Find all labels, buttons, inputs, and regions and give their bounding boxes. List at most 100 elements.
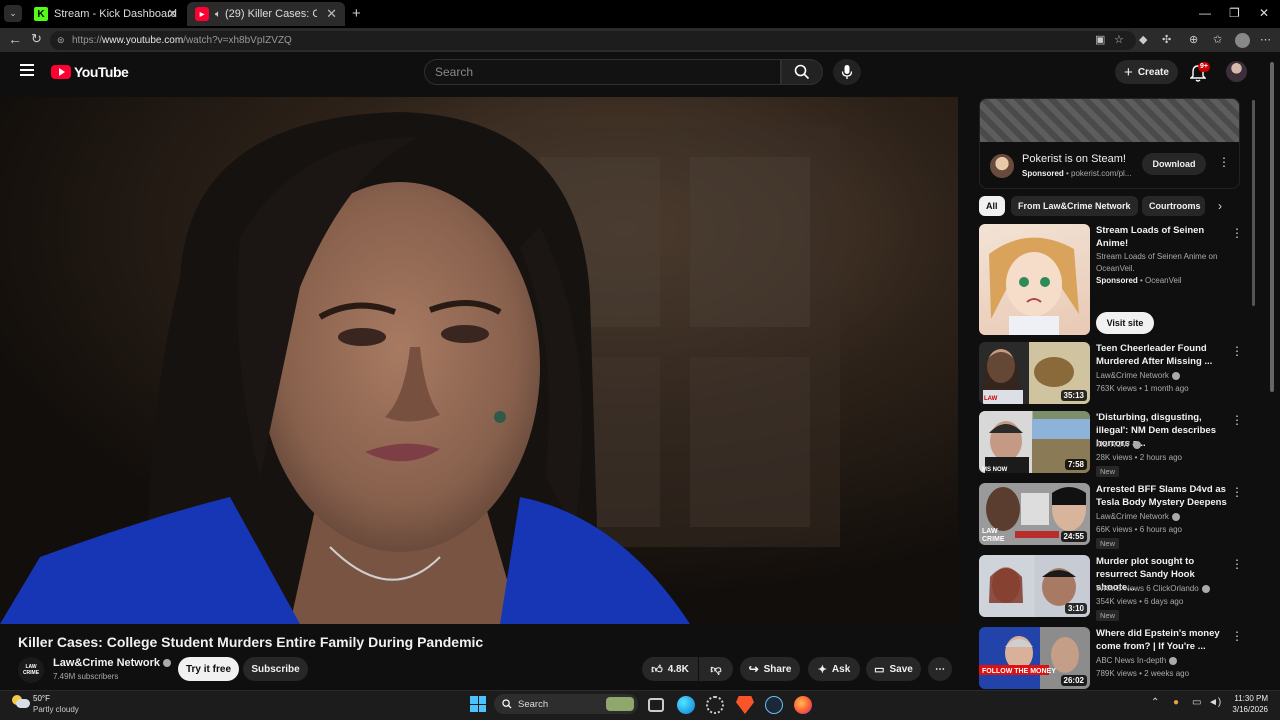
weather-temp: 50°F [33,694,50,703]
taskbar-search[interactable]: Search [494,694,638,714]
more-vertical-icon[interactable]: ⋮ [1218,155,1230,169]
page-scrollbar[interactable] [1270,62,1274,392]
sponsored-label: Sponsored [1022,169,1064,178]
tab-youtube[interactable]: ▶ 🔈︎ (29) Killer Cases: College Stud ✕ [187,2,345,26]
list-item[interactable]: MS NOW 7:58 'Disturbing, disgusting, ill… [979,411,1243,477]
favorite-star-icon[interactable]: ☆ [1114,33,1124,46]
favorites-icon[interactable]: ✩ [1213,33,1222,46]
chip-all[interactable]: All [979,196,1005,216]
more-actions-button[interactable]: ⋯ [928,657,952,681]
rec-meta: 28K views • 2 hours ago [1096,453,1182,462]
sidebar-scrollbar[interactable] [1252,100,1255,306]
list-item[interactable]: 3:10 Murder plot sought to resurrect San… [979,555,1243,621]
search-button[interactable] [781,59,823,85]
new-tab-button[interactable]: + [352,5,361,22]
windows-start-icon[interactable] [470,696,486,712]
video-thumbnail: FOLLOW THE MONEY 26:02 [979,627,1090,689]
microphone-tray-icon[interactable]: ● [1173,697,1179,708]
dislike-button[interactable]: 👎︎ [699,657,733,681]
more-vertical-icon[interactable]: ⋮ [1231,226,1243,240]
extension-icon[interactable]: ◆ [1139,33,1147,46]
chip-courtrooms[interactable]: Courtrooms [1142,196,1205,216]
browser-essentials-icon[interactable]: ⊕ [1189,33,1198,46]
steam-icon[interactable] [765,696,783,714]
close-window-button[interactable]: ✕ [1259,6,1269,20]
chevron-right-icon[interactable]: › [1218,199,1222,213]
puzzle-icon[interactable]: ✣ [1162,33,1171,46]
split-view-icon[interactable]: ▣ [1095,33,1105,46]
more-vertical-icon[interactable]: ⋮ [1231,485,1243,499]
minimize-button[interactable]: — [1199,6,1211,20]
firefox-icon[interactable] [794,696,812,714]
youtube-logo[interactable]: YouTube [51,64,129,80]
search-input[interactable]: Search [424,59,781,85]
edge-icon[interactable] [677,696,695,714]
weather-icon[interactable] [12,695,30,709]
download-button[interactable]: Download [1142,153,1206,175]
share-button[interactable]: ↪ Share [740,657,800,681]
ask-label: Ask [831,663,851,675]
channel-name-text: Law&Crime Network [53,657,160,669]
duration-badge: 26:02 [1060,675,1087,686]
more-vertical-icon[interactable]: ⋮ [1231,629,1243,643]
url-host: www.youtube.com [102,35,184,46]
list-item[interactable]: LAW 35:13 Teen Cheerleader Found Murdere… [979,342,1243,406]
more-vertical-icon[interactable]: ⋮ [1231,557,1243,571]
verified-icon [162,659,171,668]
tab-kick-dashboard[interactable]: K Stream - Kick Dashboard ✕ [26,2,186,26]
browser-tab-strip: ⌄ K Stream - Kick Dashboard ✕ ▶ 🔈︎ (29) … [0,0,1280,28]
video-player[interactable] [0,97,958,624]
task-view-icon[interactable] [648,698,664,712]
search-icon [502,699,512,709]
speaker-icon[interactable]: 🔈︎ [215,9,221,20]
tab-title: Stream - Kick Dashboard [54,8,177,20]
create-button[interactable]: + Create [1115,60,1178,84]
list-item[interactable]: Stream Loads of Seinen Anime! Stream Loa… [979,224,1243,336]
site-info-icon[interactable]: ⊜ [57,31,65,50]
clock-time[interactable]: 11:30 PM [1232,694,1268,703]
save-button[interactable]: ▭ Save [866,657,921,681]
url-field[interactable]: ⊜ https://www.youtube.com/watch?v=xh8bVp… [50,31,1136,50]
chip-from-channel[interactable]: From Law&Crime Network [1011,196,1138,216]
subscriber-count: 7.49M subscribers [53,672,119,681]
clock-date[interactable]: 3/16/2026 [1226,705,1268,714]
close-icon[interactable]: ✕ [326,6,337,22]
create-label: Create [1137,66,1169,78]
new-badge: New [1096,538,1120,549]
video-frame [0,97,958,624]
channel-name[interactable]: Law&Crime Network [53,657,171,669]
visit-site-button[interactable]: Visit site [1096,312,1154,334]
plus-icon: + [1124,63,1133,81]
weather-desc: Partly cloudy [33,705,79,714]
tab-list-dropdown[interactable]: ⌄ [4,5,22,22]
more-menu-icon[interactable]: ⋯ [1260,33,1271,46]
network-icon[interactable]: ▭ [1192,697,1201,708]
save-label: Save [889,663,913,675]
rec-meta: 354K views • 6 days ago [1096,597,1184,606]
restore-button[interactable]: ❐ [1229,6,1240,20]
try-it-free-button[interactable]: Try it free [178,657,239,681]
volume-icon[interactable]: ◄) [1208,697,1221,708]
sponsored-ad-card[interactable]: Pokerist is on Steam! Sponsored • pokeri… [979,98,1240,189]
search-highlight-icon [606,697,634,711]
more-vertical-icon[interactable]: ⋮ [1231,413,1243,427]
close-icon[interactable]: ✕ [167,6,178,22]
account-avatar[interactable] [1226,61,1247,82]
ad-domain: pokerist.com/pl... [1071,169,1132,178]
back-icon[interactable]: ← [8,31,22,47]
list-item[interactable]: FOLLOW THE MONEY 26:02 Where did Epstein… [979,627,1243,689]
tray-overflow-icon[interactable]: ⌃ [1151,697,1159,708]
like-button[interactable]: 👍︎ 4.8K [642,657,698,681]
voice-search-button[interactable] [833,59,861,85]
list-item[interactable]: LAW CRIME 24:55 Arrested BFF Slams D4vd a… [979,483,1243,549]
notifications-button[interactable]: 9+ [1189,62,1210,82]
channel-avatar[interactable]: LAW CRIME [18,657,44,683]
more-vertical-icon[interactable]: ⋮ [1231,344,1243,358]
hamburger-menu-icon[interactable] [20,64,34,76]
reload-icon[interactable]: ↻ [31,31,42,47]
profile-avatar[interactable] [1235,33,1250,48]
verified-icon [1169,656,1178,665]
ask-button[interactable]: ✦ Ask [808,657,860,681]
subscribe-button[interactable]: Subscribe [243,657,308,681]
settings-icon[interactable] [706,696,724,714]
